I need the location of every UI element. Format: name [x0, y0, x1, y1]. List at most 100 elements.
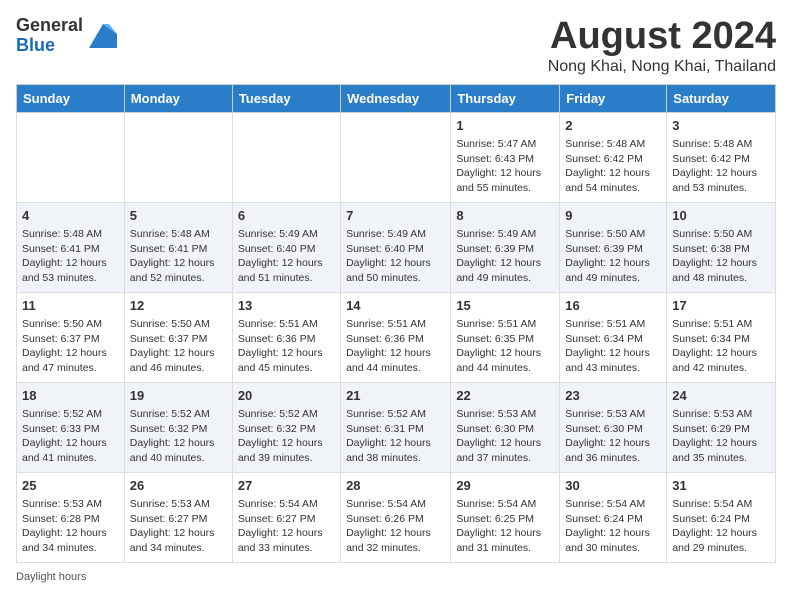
- calendar-cell: 19Sunrise: 5:52 AM Sunset: 6:32 PM Dayli…: [124, 382, 232, 472]
- calendar-cell: 23 Sunrise: 5:53 AM Sunset: 6:30 PM Dayli…: [560, 382, 667, 472]
- calendar-cell: 27 Sunrise: 5:54 AM Sunset: 6:27 PM Dayli…: [232, 472, 340, 562]
- day-number: 26: [130, 477, 227, 495]
- cell-content: Sunrise: 5:54 AM Sunset: 6:27 PM Dayligh…: [238, 497, 335, 556]
- calendar-cell: 28 Sunrise: 5:54 AM Sunset: 6:26 PM Dayli…: [341, 472, 451, 562]
- day-number: 15: [456, 297, 554, 315]
- cell-content: Sunrise: 5:54 AM Sunset: 6:24 PM Dayligh…: [565, 497, 661, 556]
- cell-content: Sunrise: 5:51 AM Sunset: 6:36 PM Dayligh…: [346, 317, 445, 376]
- legend: Daylight hours: [16, 571, 776, 583]
- calendar-cell: 10 Sunrise: 5:50 AM Sunset: 6:38 PM Dayli…: [667, 202, 776, 292]
- day-number: 14: [346, 297, 445, 315]
- calendar-day-header: Tuesday: [232, 84, 340, 112]
- cell-content: Sunrise: 5:54 AM Sunset: 6:25 PM Dayligh…: [456, 497, 554, 556]
- calendar-cell: 21Sunrise: 5:52 AM Sunset: 6:31 PM Dayli…: [341, 382, 451, 472]
- day-number: 30: [565, 477, 661, 495]
- calendar-day-header: Thursday: [451, 84, 560, 112]
- cell-content: Sunrise: 5:51 AM Sunset: 6:34 PM Dayligh…: [672, 317, 770, 376]
- calendar-week-row: 1Sunrise: 5:47 AM Sunset: 6:43 PM Daylig…: [17, 112, 776, 202]
- calendar-cell: 11 Sunrise: 5:50 AM Sunset: 6:37 PM Dayli…: [17, 292, 125, 382]
- day-number: 11: [22, 297, 119, 315]
- day-number: 5: [130, 207, 227, 225]
- day-number: 27: [238, 477, 335, 495]
- cell-content: Sunrise: 5:54 AM Sunset: 6:24 PM Dayligh…: [672, 497, 770, 556]
- calendar-cell: 20 Sunrise: 5:52 AM Sunset: 6:32 PM Dayli…: [232, 382, 340, 472]
- cell-content: Sunrise: 5:49 AM Sunset: 6:40 PM Dayligh…: [238, 227, 335, 286]
- cell-content: Sunrise: 5:49 AM Sunset: 6:40 PM Dayligh…: [346, 227, 445, 286]
- calendar-cell: 15Sunrise: 5:51 AM Sunset: 6:35 PM Dayli…: [451, 292, 560, 382]
- calendar-week-row: 18 Sunrise: 5:52 AM Sunset: 6:33 PM Dayli…: [17, 382, 776, 472]
- calendar-cell: 25 Sunrise: 5:53 AM Sunset: 6:28 PM Dayli…: [17, 472, 125, 562]
- main-title: August 2024: [548, 16, 776, 58]
- calendar-day-header: Sunday: [17, 84, 125, 112]
- cell-content: Sunrise: 5:48 AM Sunset: 6:41 PM Dayligh…: [22, 227, 119, 286]
- cell-content: Sunrise: 5:50 AM Sunset: 6:38 PM Dayligh…: [672, 227, 770, 286]
- day-number: 23: [565, 387, 661, 405]
- day-number: 31: [672, 477, 770, 495]
- cell-content: Sunrise: 5:52 AM Sunset: 6:33 PM Dayligh…: [22, 407, 119, 466]
- calendar-week-row: 25 Sunrise: 5:53 AM Sunset: 6:28 PM Dayli…: [17, 472, 776, 562]
- day-number: 1: [456, 117, 554, 135]
- day-number: 22: [456, 387, 554, 405]
- cell-content: Sunrise: 5:48 AM Sunset: 6:42 PM Dayligh…: [565, 137, 661, 196]
- calendar-cell: 7Sunrise: 5:49 AM Sunset: 6:40 PM Daylig…: [341, 202, 451, 292]
- day-number: 10: [672, 207, 770, 225]
- day-number: 9: [565, 207, 661, 225]
- day-number: 21: [346, 387, 445, 405]
- calendar-cell: 16Sunrise: 5:51 AM Sunset: 6:34 PM Dayli…: [560, 292, 667, 382]
- day-number: 28: [346, 477, 445, 495]
- calendar-cell: 18 Sunrise: 5:52 AM Sunset: 6:33 PM Dayli…: [17, 382, 125, 472]
- calendar-day-header: Saturday: [667, 84, 776, 112]
- calendar-day-header: Wednesday: [341, 84, 451, 112]
- cell-content: Sunrise: 5:48 AM Sunset: 6:41 PM Dayligh…: [130, 227, 227, 286]
- calendar-cell: [232, 112, 340, 202]
- calendar-cell: 6 Sunrise: 5:49 AM Sunset: 6:40 PM Daylig…: [232, 202, 340, 292]
- logo-icon: [85, 20, 117, 52]
- calendar-cell: 2 Sunrise: 5:48 AM Sunset: 6:42 PM Daylig…: [560, 112, 667, 202]
- page-header: General Blue August 2024 Nong Khai, Nong…: [16, 16, 776, 76]
- calendar-day-header: Monday: [124, 84, 232, 112]
- subtitle: Nong Khai, Nong Khai, Thailand: [548, 58, 776, 76]
- calendar-cell: 24Sunrise: 5:53 AM Sunset: 6:29 PM Dayli…: [667, 382, 776, 472]
- calendar-week-row: 4Sunrise: 5:48 AM Sunset: 6:41 PM Daylig…: [17, 202, 776, 292]
- cell-content: Sunrise: 5:50 AM Sunset: 6:39 PM Dayligh…: [565, 227, 661, 286]
- day-number: 6: [238, 207, 335, 225]
- day-number: 8: [456, 207, 554, 225]
- calendar-cell: 13Sunrise: 5:51 AM Sunset: 6:36 PM Dayli…: [232, 292, 340, 382]
- cell-content: Sunrise: 5:54 AM Sunset: 6:26 PM Dayligh…: [346, 497, 445, 556]
- calendar-week-row: 11 Sunrise: 5:50 AM Sunset: 6:37 PM Dayli…: [17, 292, 776, 382]
- day-number: 16: [565, 297, 661, 315]
- calendar-cell: 30 Sunrise: 5:54 AM Sunset: 6:24 PM Dayli…: [560, 472, 667, 562]
- calendar-cell: 5 Sunrise: 5:48 AM Sunset: 6:41 PM Daylig…: [124, 202, 232, 292]
- day-number: 29: [456, 477, 554, 495]
- day-number: 24: [672, 387, 770, 405]
- calendar-cell: 1Sunrise: 5:47 AM Sunset: 6:43 PM Daylig…: [451, 112, 560, 202]
- day-number: 25: [22, 477, 119, 495]
- calendar-cell: 4Sunrise: 5:48 AM Sunset: 6:41 PM Daylig…: [17, 202, 125, 292]
- cell-content: Sunrise: 5:53 AM Sunset: 6:28 PM Dayligh…: [22, 497, 119, 556]
- calendar-cell: 17 Sunrise: 5:51 AM Sunset: 6:34 PM Dayli…: [667, 292, 776, 382]
- cell-content: Sunrise: 5:53 AM Sunset: 6:30 PM Dayligh…: [456, 407, 554, 466]
- calendar-cell: 22 Sunrise: 5:53 AM Sunset: 6:30 PM Dayli…: [451, 382, 560, 472]
- cell-content: Sunrise: 5:49 AM Sunset: 6:39 PM Dayligh…: [456, 227, 554, 286]
- cell-content: Sunrise: 5:53 AM Sunset: 6:30 PM Dayligh…: [565, 407, 661, 466]
- logo-blue: Blue: [16, 35, 55, 55]
- cell-content: Sunrise: 5:50 AM Sunset: 6:37 PM Dayligh…: [130, 317, 227, 376]
- day-number: 19: [130, 387, 227, 405]
- calendar-cell: [17, 112, 125, 202]
- day-number: 2: [565, 117, 661, 135]
- day-number: 17: [672, 297, 770, 315]
- cell-content: Sunrise: 5:50 AM Sunset: 6:37 PM Dayligh…: [22, 317, 119, 376]
- calendar-header-row: SundayMondayTuesdayWednesdayThursdayFrid…: [17, 84, 776, 112]
- day-number: 12: [130, 297, 227, 315]
- day-number: 18: [22, 387, 119, 405]
- cell-content: Sunrise: 5:52 AM Sunset: 6:32 PM Dayligh…: [238, 407, 335, 466]
- cell-content: Sunrise: 5:53 AM Sunset: 6:27 PM Dayligh…: [130, 497, 227, 556]
- calendar-cell: 29 Sunrise: 5:54 AM Sunset: 6:25 PM Dayli…: [451, 472, 560, 562]
- cell-content: Sunrise: 5:51 AM Sunset: 6:36 PM Dayligh…: [238, 317, 335, 376]
- calendar-cell: 3Sunrise: 5:48 AM Sunset: 6:42 PM Daylig…: [667, 112, 776, 202]
- day-number: 20: [238, 387, 335, 405]
- calendar-cell: [124, 112, 232, 202]
- calendar-cell: 9 Sunrise: 5:50 AM Sunset: 6:39 PM Daylig…: [560, 202, 667, 292]
- calendar-cell: 26 Sunrise: 5:53 AM Sunset: 6:27 PM Dayli…: [124, 472, 232, 562]
- logo: General Blue: [16, 16, 117, 56]
